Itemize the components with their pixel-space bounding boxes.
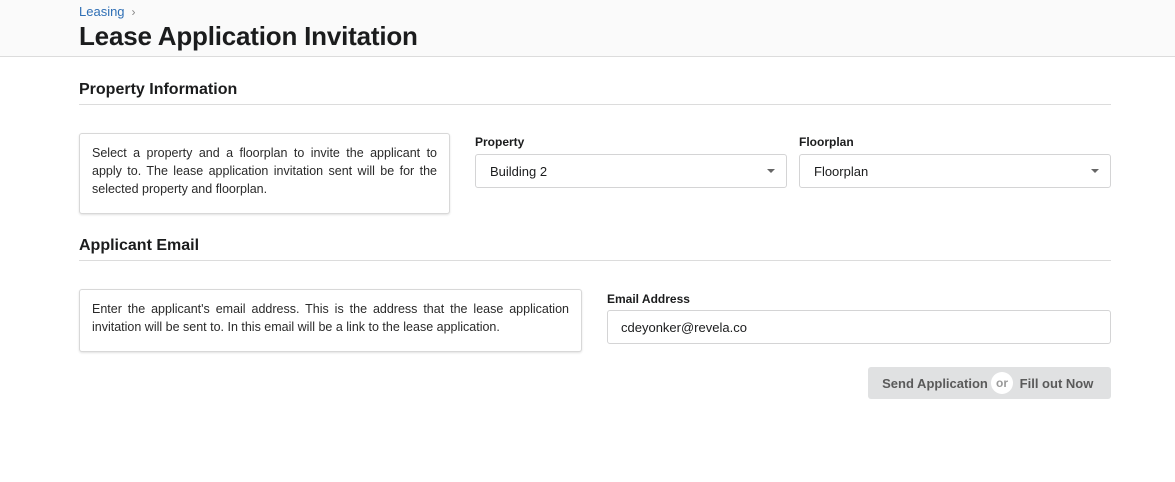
dropdown-caret-icon <box>767 169 775 173</box>
email-address-input[interactable] <box>607 310 1111 344</box>
page-title: Lease Application Invitation <box>79 21 418 51</box>
email-info-box: Enter the applicant's email address. Thi… <box>79 289 582 352</box>
property-select[interactable]: Building 2 <box>475 154 787 188</box>
floorplan-label: Floorplan <box>799 135 854 149</box>
floorplan-select-value: Floorplan <box>814 163 869 179</box>
applicant-email-section-title: Applicant Email <box>79 237 1111 261</box>
page-header: Leasing › Lease Application Invitation <box>0 0 1175 57</box>
or-label: or <box>991 372 1013 394</box>
property-label: Property <box>475 135 525 149</box>
property-select-value: Building 2 <box>490 163 548 179</box>
send-application-button[interactable]: Send Application <box>868 367 1002 399</box>
dropdown-caret-icon <box>1091 169 1099 173</box>
breadcrumb: Leasing › <box>79 4 136 19</box>
chevron-right-icon: › <box>131 4 136 19</box>
property-section-title: Property Information <box>79 81 1111 105</box>
floorplan-select[interactable]: Floorplan <box>799 154 1111 188</box>
breadcrumb-leasing-link[interactable]: Leasing <box>79 4 125 19</box>
email-address-label: Email Address <box>607 292 690 306</box>
property-info-box: Select a property and a floorplan to inv… <box>79 133 450 214</box>
action-button-group: Send Application or Fill out Now <box>868 367 1111 399</box>
fill-out-now-button[interactable]: Fill out Now <box>1002 367 1111 399</box>
